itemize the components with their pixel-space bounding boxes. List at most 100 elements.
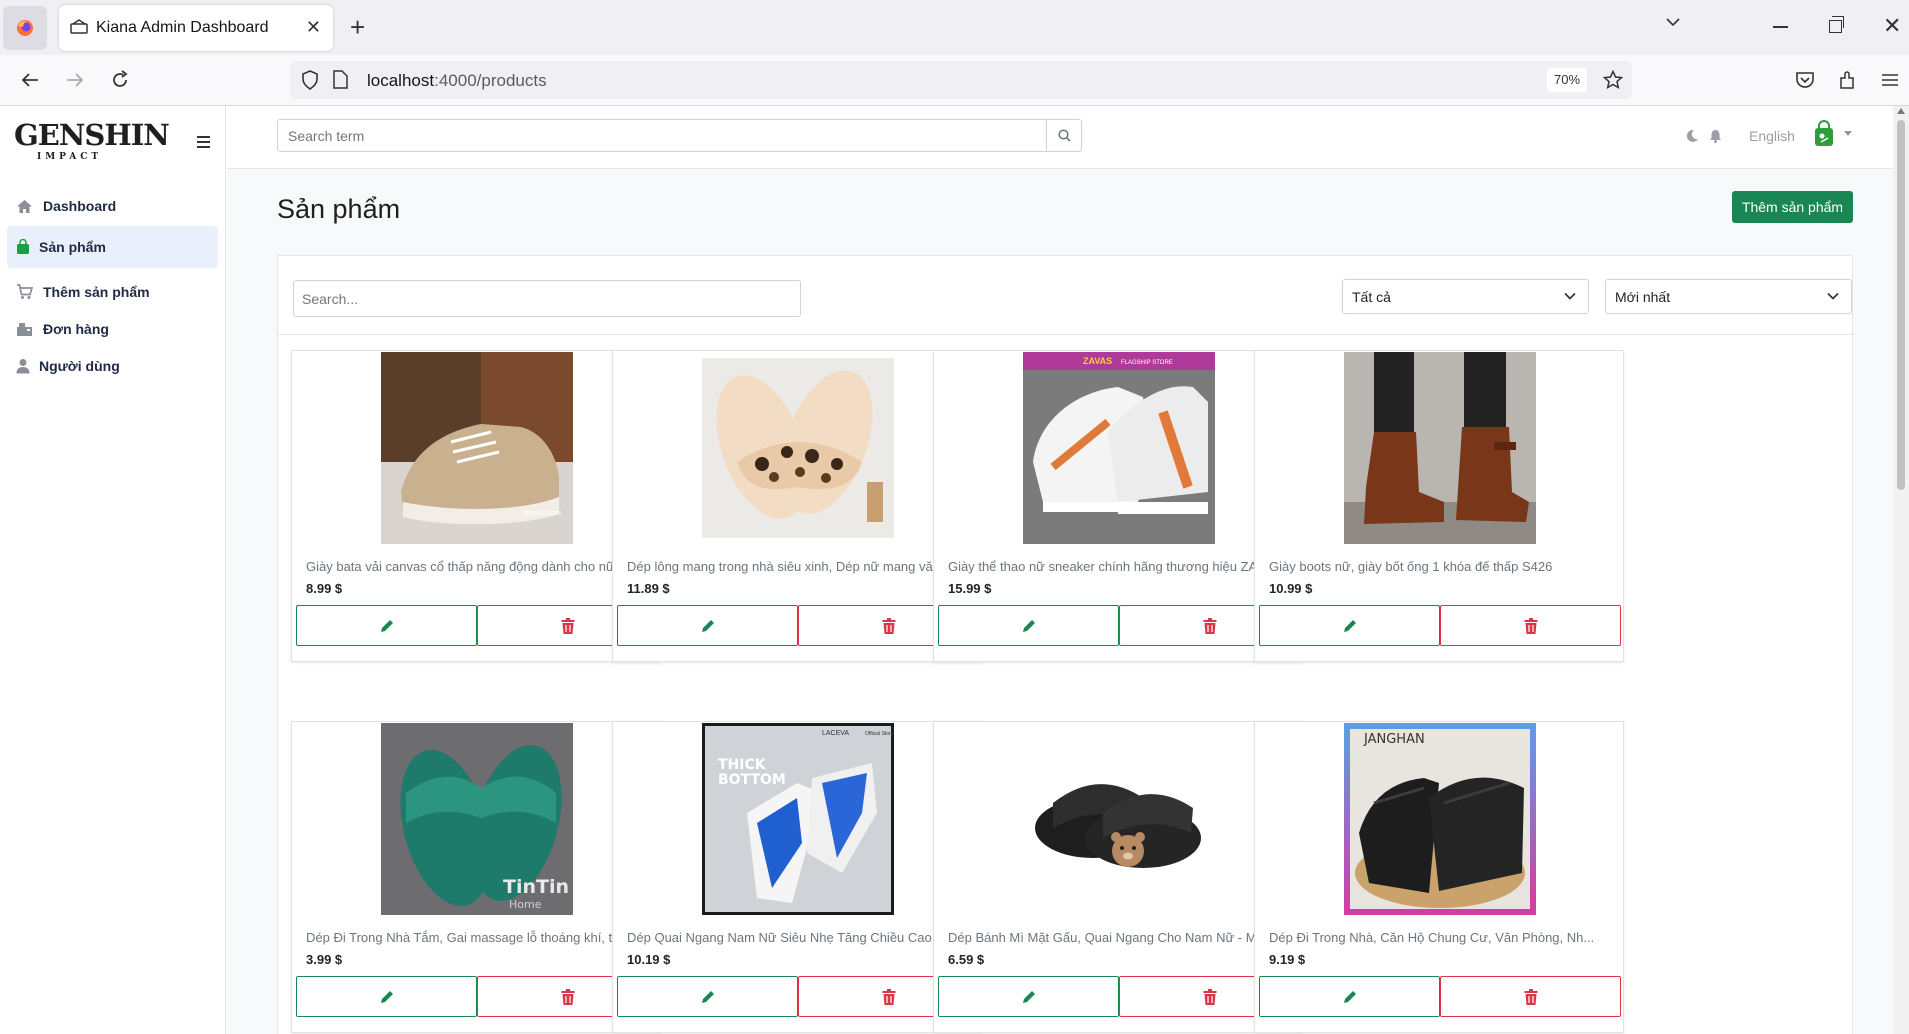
product-price: 10.19 $: [627, 952, 671, 967]
product-name: Giày bata vải canvas cổ thấp năng động d…: [306, 559, 615, 574]
edit-product-button[interactable]: [938, 605, 1119, 646]
url-bar[interactable]: localhost:4000/products 70%: [290, 61, 1632, 99]
url-host: localhost: [367, 71, 435, 90]
product-card: Giày boots nữ, giày bốt ống 1 khóa đế th…: [1254, 350, 1624, 662]
product-image-beige-canvas-sneaker[interactable]: Mantis.store: [381, 352, 573, 544]
pencil-icon: [1343, 990, 1356, 1003]
product-image-brown-ankle-boot[interactable]: [1344, 352, 1536, 544]
pencil-icon: [380, 990, 393, 1003]
category-select-value: Tất cả: [1352, 288, 1391, 305]
product-card: TinTin Home Dép Đi Trong Nhà Tắm, Gai ma…: [291, 721, 661, 1033]
product-card: LACEVA Official Store THICK BOTTOM Dép Q…: [612, 721, 982, 1033]
search-button[interactable]: [1046, 120, 1081, 151]
scroll-up-arrow-icon[interactable]: [1897, 108, 1905, 114]
sidebar-item-orders[interactable]: Đơn hàng: [7, 308, 218, 350]
sidebar-item-label: Dashboard: [43, 198, 117, 214]
tab-title: Kiana Admin Dashboard: [96, 19, 269, 36]
top-bar: English: [227, 106, 1909, 169]
avatar[interactable]: [1812, 120, 1836, 148]
delete-product-button[interactable]: [1440, 976, 1621, 1017]
edit-product-button[interactable]: [938, 976, 1119, 1017]
new-tab-icon[interactable]: +: [350, 14, 365, 40]
genshin-logo[interactable]: GENSHIN: [14, 118, 170, 152]
sort-select-value: Mới nhất: [1615, 288, 1671, 305]
tracking-shield-icon[interactable]: [301, 70, 319, 90]
browser-tab-bar: Kiana Admin Dashboard ✕ + ✕: [0, 0, 1909, 55]
delete-product-button[interactable]: [1440, 605, 1621, 646]
chevron-down-icon: [1827, 292, 1839, 300]
add-product-button[interactable]: Thêm sản phẩm: [1732, 191, 1853, 223]
trash-icon: [1524, 617, 1537, 634]
product-image-leopard-fur-slipper[interactable]: [702, 352, 894, 544]
filter-bar: Tất cả Mới nhất: [278, 256, 1854, 335]
edit-product-button[interactable]: [617, 605, 798, 646]
firefox-icon: [17, 20, 33, 36]
edit-product-button[interactable]: [296, 976, 477, 1017]
global-search: [277, 119, 1082, 152]
reload-icon[interactable]: [107, 67, 133, 93]
pocket-icon[interactable]: [1792, 67, 1818, 93]
language-selector[interactable]: English: [1749, 128, 1795, 144]
product-price: 3.99 $: [306, 952, 343, 967]
page-icon: [333, 70, 348, 89]
product-image-white-orange-sneaker[interactable]: ZAVAS FLAGSHIP STORE: [1023, 352, 1215, 544]
forward-arrow-icon[interactable]: [62, 67, 88, 93]
product-image-black-house-slide[interactable]: JANGHAN: [1344, 723, 1536, 915]
sidebar-item-users[interactable]: Người dùng: [7, 345, 218, 387]
sidebar-item-products[interactable]: Sản phẩm: [7, 226, 218, 268]
window-minimize-icon[interactable]: [1773, 26, 1788, 28]
user-dropdown-caret-icon[interactable]: [1844, 131, 1852, 136]
back-arrow-icon[interactable]: [17, 67, 43, 93]
trash-icon: [1203, 988, 1216, 1005]
genshin-favicon-icon: [70, 19, 88, 34]
app-menu-icon[interactable]: [1877, 67, 1903, 93]
product-price: 8.99 $: [306, 581, 343, 596]
products-panel: Tất cả Mới nhất Mantis.store: [277, 255, 1854, 1034]
sidebar-item-add-product[interactable]: Thêm sản phẩm: [7, 271, 218, 313]
product-name: Giày thể thao nữ sneaker chính hãng thươ…: [948, 559, 1269, 574]
product-image-white-blue-slide[interactable]: LACEVA Official Store THICK BOTTOM: [702, 723, 894, 915]
global-search-input[interactable]: [278, 120, 1048, 151]
product-price: 10.99 $: [1269, 581, 1313, 596]
edit-product-button[interactable]: [617, 976, 798, 1017]
edit-product-button[interactable]: [1259, 605, 1440, 646]
image-brand-subtext: Home: [509, 898, 542, 911]
tab-close-icon[interactable]: ✕: [306, 17, 321, 37]
window-close-icon[interactable]: ✕: [1883, 13, 1901, 39]
trash-icon: [882, 988, 895, 1005]
edit-product-button[interactable]: [296, 605, 477, 646]
notification-bell-icon[interactable]: [1709, 129, 1722, 143]
product-image-black-bear-slide[interactable]: [1023, 723, 1215, 915]
url-text[interactable]: localhost:4000/products: [367, 71, 547, 91]
product-price: 9.19 $: [1269, 952, 1306, 967]
sidebar-item-label: Người dùng: [39, 358, 120, 374]
product-card: Dép Bánh Mì Mặt Gấu, Quai Ngang Cho Nam …: [933, 721, 1303, 1033]
extensions-icon[interactable]: [1835, 67, 1861, 93]
image-brand-text: LACEVA: [822, 730, 849, 737]
sort-select[interactable]: Mới nhất: [1605, 279, 1852, 314]
dark-mode-moon-icon[interactable]: [1685, 129, 1699, 143]
bookmark-star-icon[interactable]: [1603, 70, 1623, 90]
window-restore-icon[interactable]: [1829, 16, 1844, 33]
product-image-green-massage-slipper[interactable]: TinTin Home: [381, 723, 573, 915]
hamburger-menu-icon[interactable]: [197, 136, 210, 151]
sidebar-item-label: Đơn hàng: [43, 321, 109, 337]
browser-tab[interactable]: Kiana Admin Dashboard ✕: [59, 5, 333, 51]
category-select[interactable]: Tất cả: [1342, 279, 1589, 314]
zoom-level-badge[interactable]: 70%: [1547, 68, 1587, 92]
product-search-input[interactable]: [293, 280, 801, 317]
genshin-logo-subtitle: IMPACT: [37, 152, 103, 162]
trash-icon: [1203, 617, 1216, 634]
firefox-menu-button[interactable]: [3, 6, 47, 50]
url-path: :4000/products: [434, 71, 547, 90]
page-scrollbar[interactable]: [1893, 106, 1909, 1034]
sidebar-item-dashboard[interactable]: Dashboard: [7, 185, 218, 227]
pencil-icon: [701, 990, 714, 1003]
product-card: Mantis.store Giày bata vải canvas cổ thấ…: [291, 350, 661, 662]
scrollbar-thumb[interactable]: [1897, 120, 1905, 490]
pencil-icon: [1022, 619, 1035, 632]
tab-list-chevron-icon[interactable]: [1665, 16, 1681, 28]
edit-product-button[interactable]: [1259, 976, 1440, 1017]
trash-icon: [561, 617, 574, 634]
image-brand-subtext: FLAGSHIP STORE: [1121, 360, 1173, 366]
